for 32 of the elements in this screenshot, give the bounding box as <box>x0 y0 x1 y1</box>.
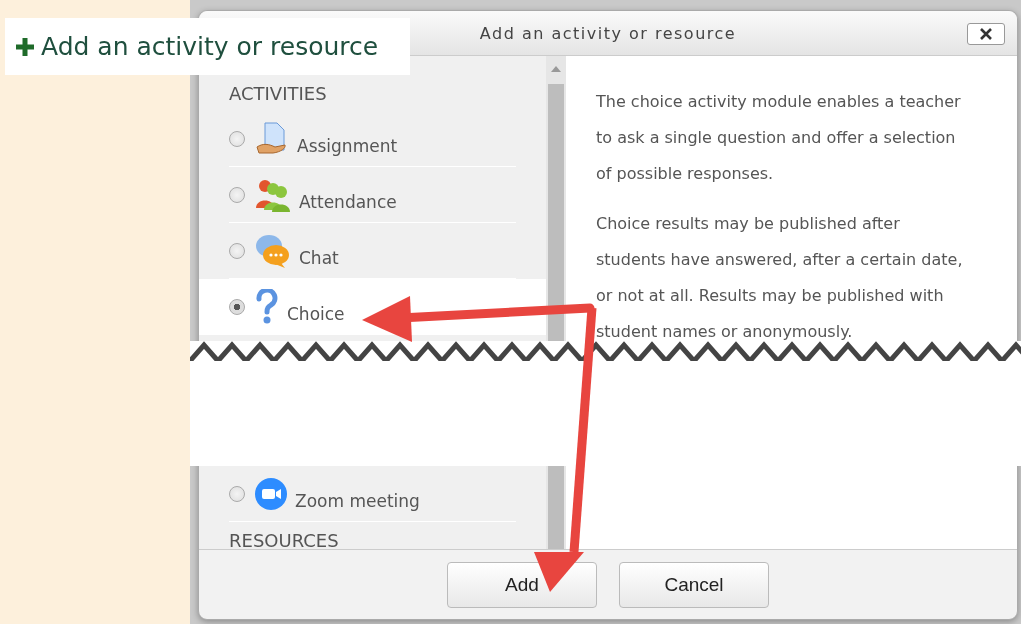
close-button[interactable] <box>967 23 1005 45</box>
activity-label: Attendance <box>299 191 397 212</box>
section-heading: RESOURCES <box>228 529 340 549</box>
question-mark-icon <box>255 288 279 325</box>
video-camera-icon <box>255 477 287 510</box>
activity-label: Assignment <box>297 135 398 156</box>
scrollbar[interactable] <box>546 466 566 549</box>
radio-button[interactable] <box>229 130 245 147</box>
activity-label: Choice <box>287 303 345 324</box>
activity-option[interactable]: Zoom meeting <box>199 466 546 522</box>
activity-label: Chat <box>299 247 339 268</box>
scroll-up-icon <box>551 66 561 72</box>
hand-document-icon <box>255 120 289 157</box>
cancel-button[interactable]: Cancel <box>619 561 769 608</box>
chat-bubbles-icon <box>255 232 291 269</box>
activity-option[interactable]: Attendance <box>199 167 546 223</box>
people-icon <box>255 177 291 212</box>
activity-label: Zoom meeting <box>295 490 420 511</box>
scrollbar[interactable] <box>546 56 566 341</box>
add-button[interactable]: Add <box>447 561 597 608</box>
radio-button[interactable] <box>229 485 245 502</box>
radio-button[interactable] <box>229 242 245 259</box>
radio-button[interactable] <box>229 298 245 315</box>
activity-option[interactable]: Assignment <box>199 111 546 167</box>
dialog-title: Add an activity or resource <box>479 23 737 43</box>
callout-text: Add an activity or resource <box>41 32 379 61</box>
plus-icon <box>15 36 35 57</box>
description-text: The choice activity module enables a teacher to ask a single question and offer a selection of possible responses. <box>596 91 962 185</box>
close-icon <box>980 28 992 40</box>
section-heading: ACTIVITIES <box>228 83 328 106</box>
radio-button[interactable] <box>229 186 245 203</box>
description-text: Choice results may be published after students have answered, after a certain date, or not at all. Results may be published with student names or anonymously. <box>596 213 964 341</box>
